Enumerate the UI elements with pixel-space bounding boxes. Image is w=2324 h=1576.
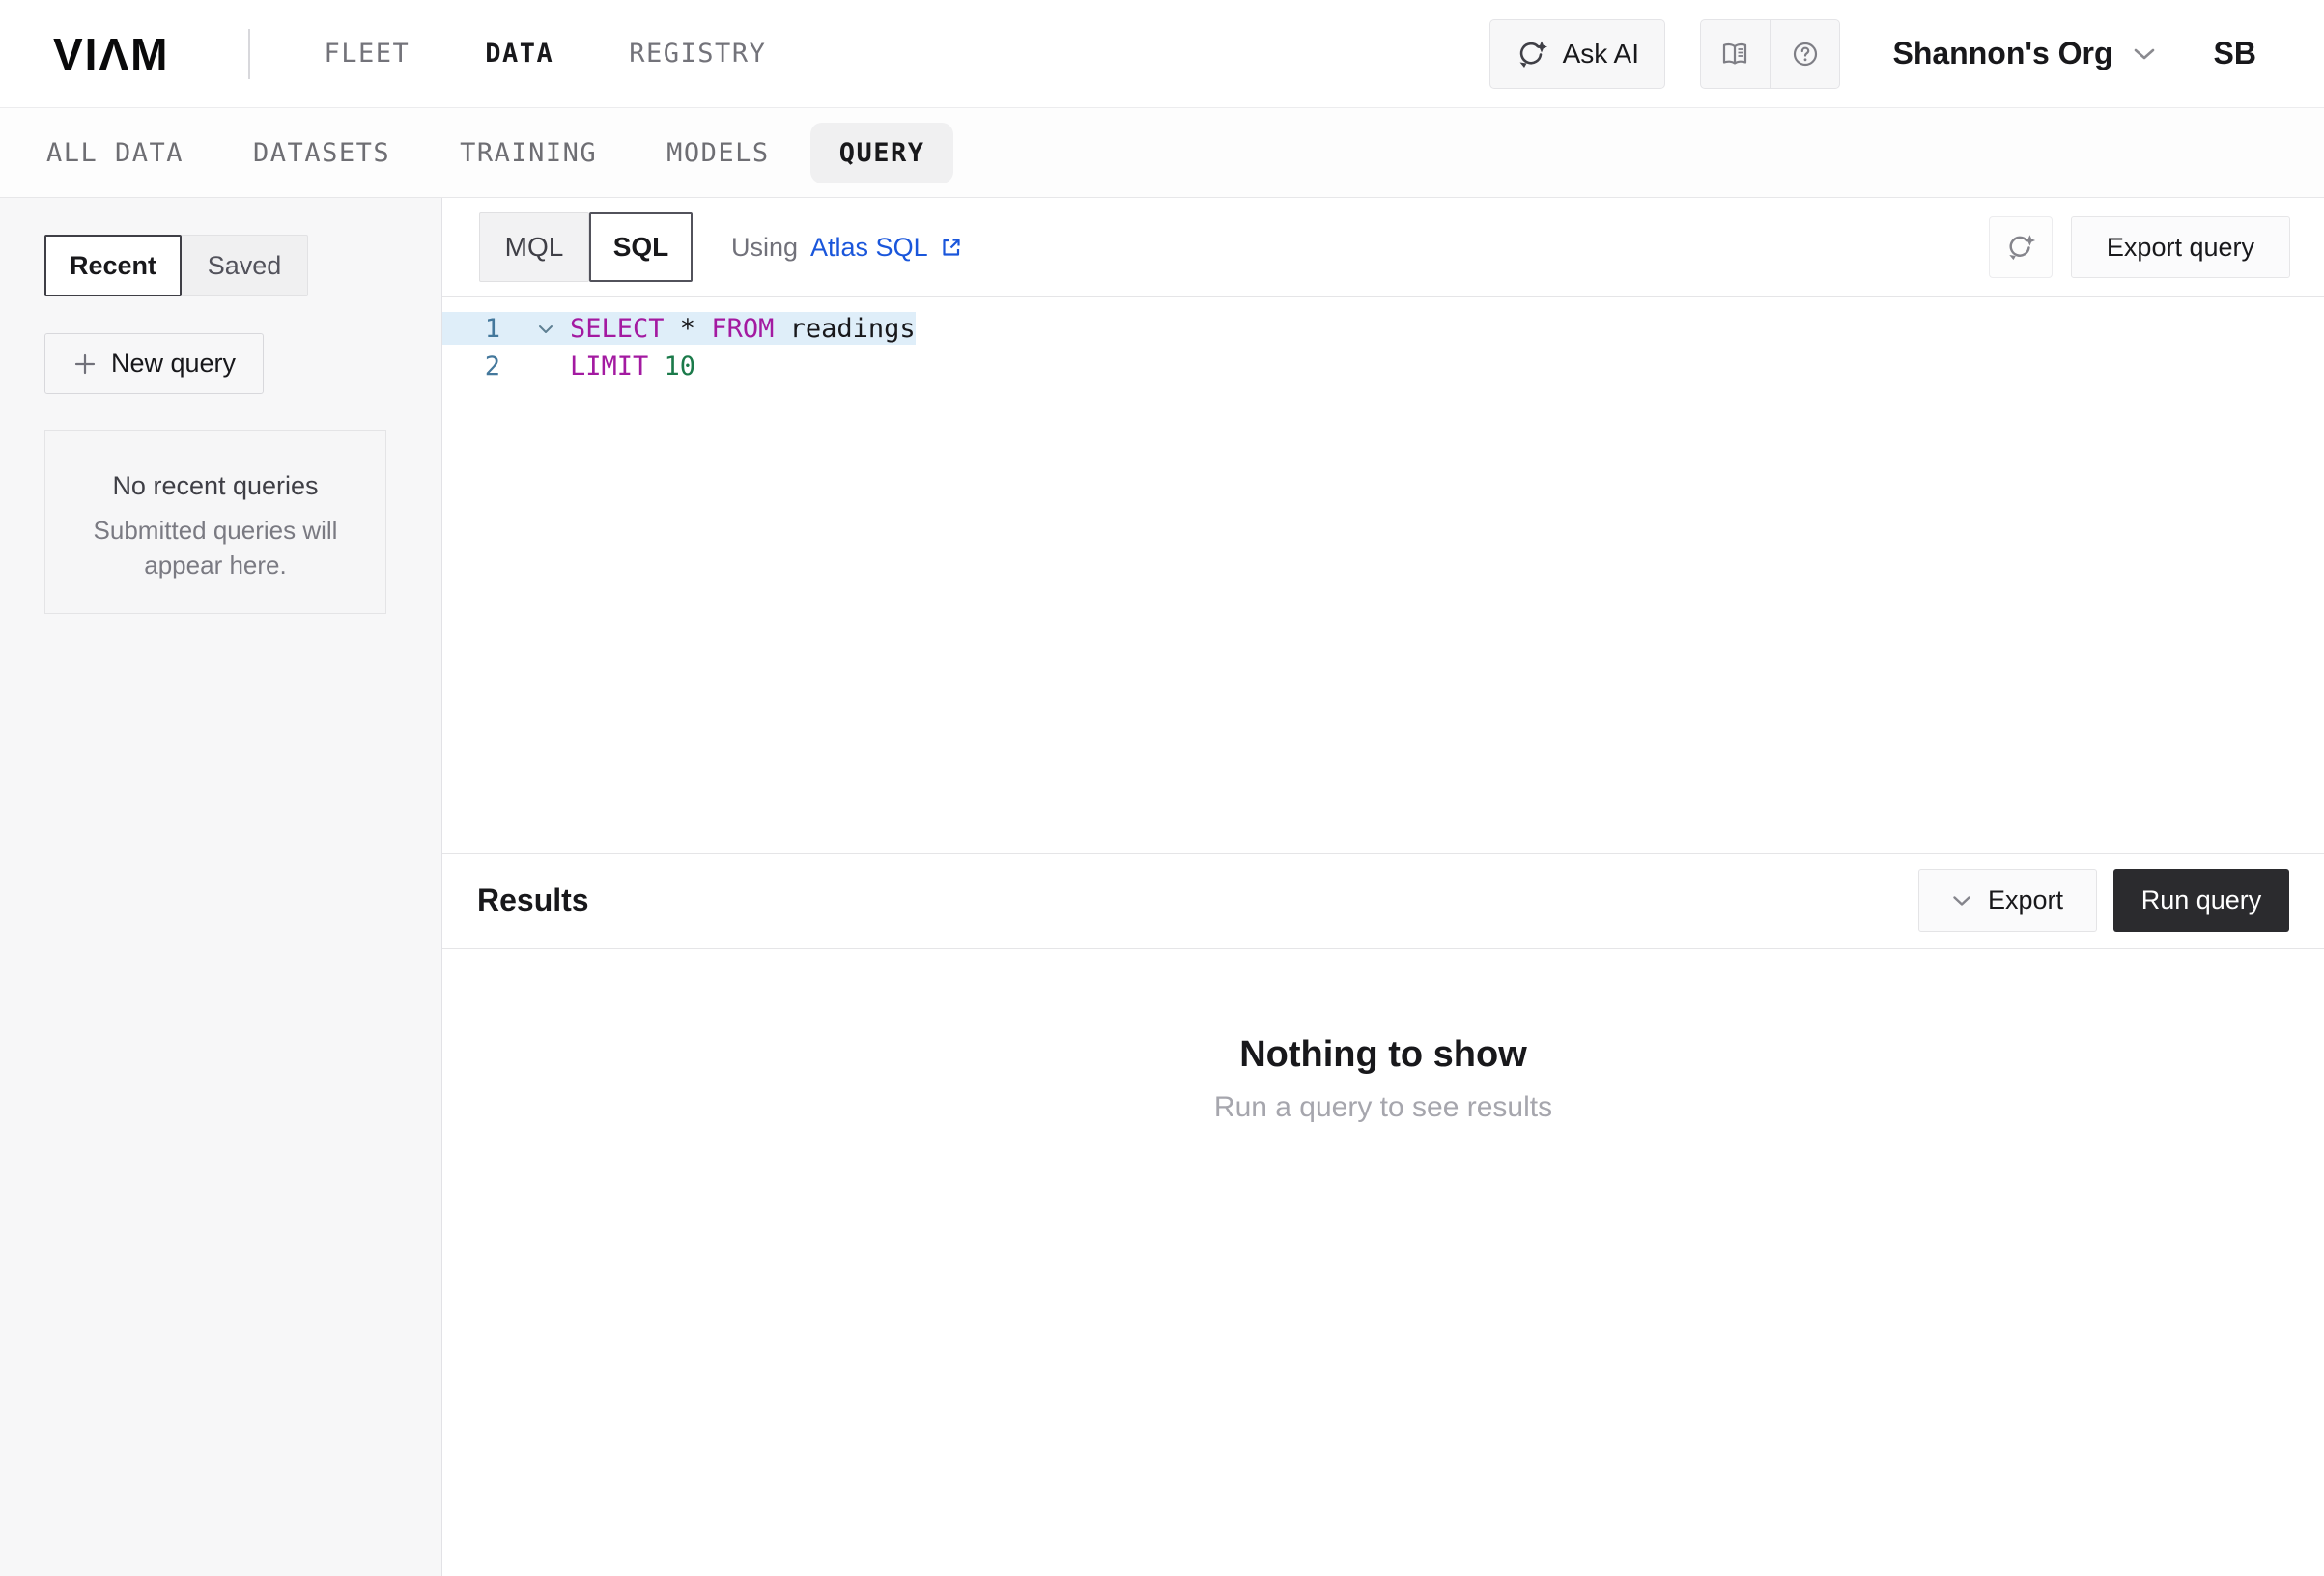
org-name: Shannon's Org [1892,36,2112,71]
question-circle-icon [1791,40,1820,69]
viam-data-query-page: VIΛM FLEET DATA REGISTRY Ask AI [0,0,2324,1576]
nav-registry[interactable]: REGISTRY [629,39,766,69]
results-actions: Export Run query [1918,869,2289,932]
nav-data[interactable]: DATA [485,39,553,69]
editor-toolbar-right: Export query [1989,216,2290,278]
external-link-icon [939,235,964,260]
line-number: 2 [442,352,522,381]
new-query-button[interactable]: New query [44,333,264,394]
tab-recent[interactable]: Recent [44,235,182,296]
help-button-group [1700,19,1841,89]
no-recent-queries-panel: No recent queries Submitted queries will… [44,430,386,614]
mode-mql-button[interactable]: MQL [479,212,589,282]
code-text: SELECT * FROM readings [570,314,916,344]
chevron-down-icon [2133,47,2156,61]
ask-ai-label: Ask AI [1563,39,1639,70]
no-recent-queries-title: No recent queries [45,471,385,501]
code-token: 10 [665,352,696,381]
tab-training[interactable]: TRAINING [460,138,597,168]
code-token: FROM [711,314,789,344]
tab-saved[interactable]: Saved [181,235,308,296]
no-recent-queries-subtitle: Submitted queries will appear here. [71,513,360,582]
results-header: Results Export Run query [442,853,2324,949]
tab-models[interactable]: MODELS [666,138,770,168]
export-results-label: Export [1988,886,2063,915]
new-query-label: New query [111,349,236,379]
sql-editor[interactable]: 1 SELECT * FROM readings 2 LIMIT 10 [442,297,2324,853]
logo-divider [248,29,250,79]
viam-logo[interactable]: VIΛM [53,28,169,80]
atlas-sql-link-label: Atlas SQL [810,233,928,263]
code-text: LIMIT 10 [570,352,695,381]
open-book-icon [1720,40,1749,69]
query-language-toggle: MQL SQL [480,212,693,282]
query-sidebar: Recent Saved New query No recent queries… [0,198,442,1576]
code-line-2[interactable]: 2 LIMIT 10 [442,348,2324,385]
sparkle-refresh-icon [1516,38,1548,70]
chevron-down-icon [1952,895,1971,907]
line-number: 1 [442,314,522,344]
mode-sql-button[interactable]: SQL [589,212,693,282]
user-avatar[interactable]: SB [2214,36,2256,71]
tab-datasets[interactable]: DATASETS [253,138,390,168]
top-bar: VIΛM FLEET DATA REGISTRY Ask AI [0,0,2324,108]
code-token: * [680,314,712,344]
tab-all-data[interactable]: ALL DATA [46,138,184,168]
code-token: LIMIT [570,352,665,381]
org-switcher[interactable]: Shannon's Org [1892,36,2155,71]
sparkle-refresh-icon [2005,232,2036,263]
fold-toggle[interactable] [522,324,570,334]
tab-query[interactable]: QUERY [810,123,954,183]
code-token: readings [790,314,916,344]
nav-fleet[interactable]: FLEET [324,39,410,69]
primary-nav: FLEET DATA REGISTRY [324,39,766,69]
top-bar-right: Ask AI [1489,19,2256,89]
empty-state-title: Nothing to show [442,1034,2324,1076]
atlas-sql-link[interactable]: Atlas SQL [810,233,964,263]
help-button[interactable] [1771,20,1839,88]
run-query-button[interactable]: Run query [2113,869,2289,932]
recent-saved-toggle: Recent Saved [44,235,441,296]
export-query-button[interactable]: Export query [2071,216,2290,278]
chevron-down-icon [538,324,553,334]
export-results-button[interactable]: Export [1918,869,2097,932]
code-line-1[interactable]: 1 SELECT * FROM readings [442,310,2324,348]
using-atlas-sql: Using Atlas SQL [731,233,964,263]
results-title: Results [477,883,589,918]
editor-toolbar: MQL SQL Using Atlas SQL [442,198,2324,297]
empty-state-subtitle: Run a query to see results [442,1091,2324,1124]
results-empty-state: Nothing to show Run a query to see resul… [442,949,2324,1576]
using-label: Using [731,233,798,263]
regenerate-ai-button[interactable] [1989,216,2053,278]
code-token: SELECT [570,314,680,344]
ask-ai-button[interactable]: Ask AI [1489,19,1665,89]
query-main: MQL SQL Using Atlas SQL [442,198,2324,1576]
plus-icon [72,352,98,377]
documentation-button[interactable] [1701,20,1770,88]
data-section-nav: ALL DATA DATASETS TRAINING MODELS QUERY [0,108,2324,198]
